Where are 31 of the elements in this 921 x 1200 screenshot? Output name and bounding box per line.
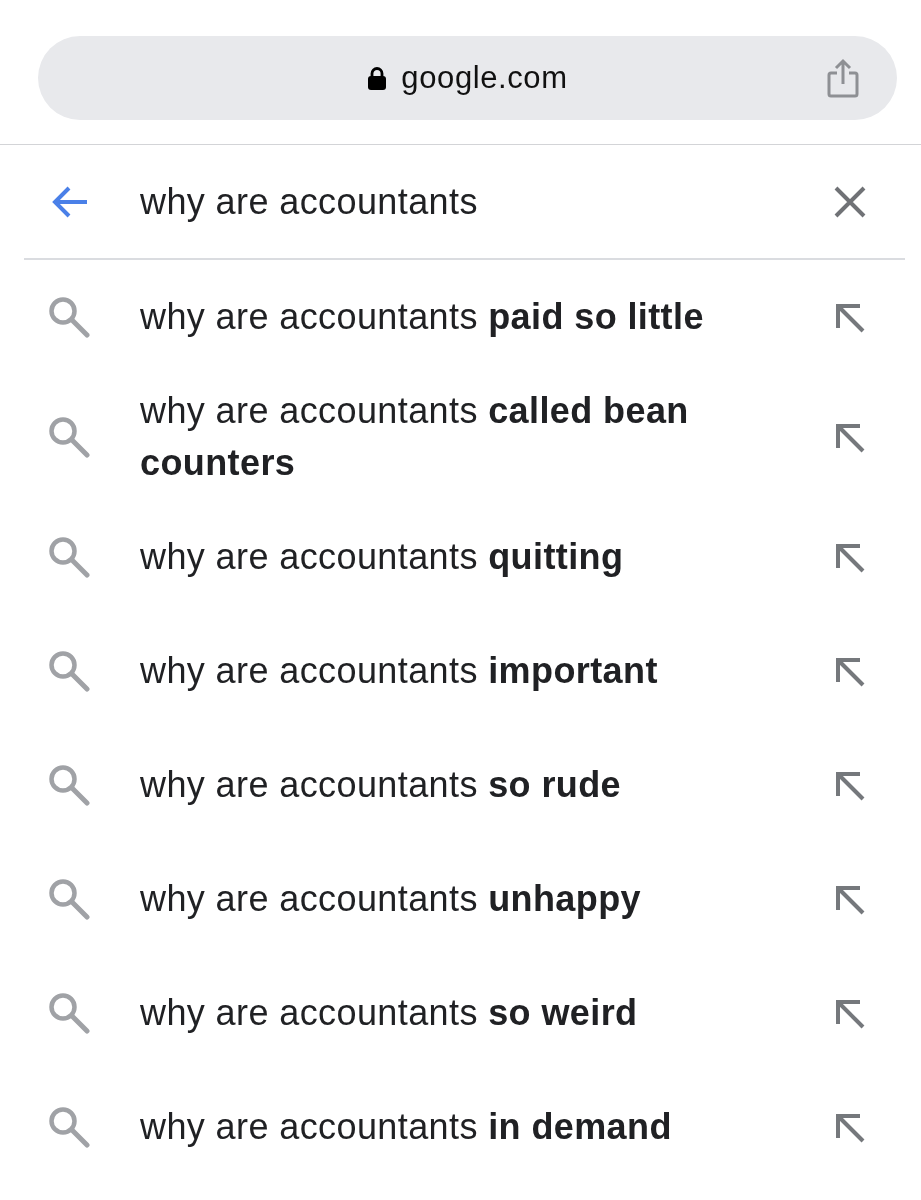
back-arrow-icon[interactable] xyxy=(50,184,88,219)
search-icon xyxy=(48,764,90,806)
suggestion-text[interactable]: why are accountants in demand xyxy=(140,1101,672,1153)
suggestion-text[interactable]: why are accountants important xyxy=(140,645,658,697)
search-icon xyxy=(48,650,90,692)
suggestion-text[interactable]: why are accountants paid so little xyxy=(140,291,704,343)
share-icon[interactable] xyxy=(826,58,860,98)
suggestion-text[interactable]: why are accountants so rude xyxy=(140,759,622,811)
up-left-arrow-icon[interactable] xyxy=(833,1111,865,1143)
up-left-arrow-icon[interactable] xyxy=(833,883,865,915)
up-left-arrow-icon[interactable] xyxy=(833,997,865,1029)
suggestion-text[interactable]: why are accountants quitting xyxy=(140,531,624,583)
suggestion-text[interactable]: why are accountants so weird xyxy=(140,987,638,1039)
up-left-arrow-icon[interactable] xyxy=(833,301,865,333)
up-left-arrow-icon[interactable] xyxy=(833,421,865,453)
search-field[interactable]: why are accountants xyxy=(140,175,793,228)
search-icon xyxy=(48,1106,90,1148)
address-bar[interactable]: google.com xyxy=(38,36,897,120)
search-icon xyxy=(48,296,90,338)
up-left-arrow-icon[interactable] xyxy=(833,769,865,801)
up-left-arrow-icon[interactable] xyxy=(833,655,865,687)
search-icon xyxy=(48,416,90,458)
search-icon xyxy=(48,878,90,920)
url-text: google.com xyxy=(401,59,568,97)
up-left-arrow-icon[interactable] xyxy=(833,541,865,573)
suggestion-text[interactable]: why are accountants called bean counters xyxy=(140,385,793,489)
lock-icon xyxy=(367,66,388,90)
suggestion-text[interactable]: why are accountants unhappy xyxy=(140,873,641,925)
search-icon xyxy=(48,536,90,578)
close-icon[interactable] xyxy=(833,184,867,219)
search-icon xyxy=(48,992,90,1034)
